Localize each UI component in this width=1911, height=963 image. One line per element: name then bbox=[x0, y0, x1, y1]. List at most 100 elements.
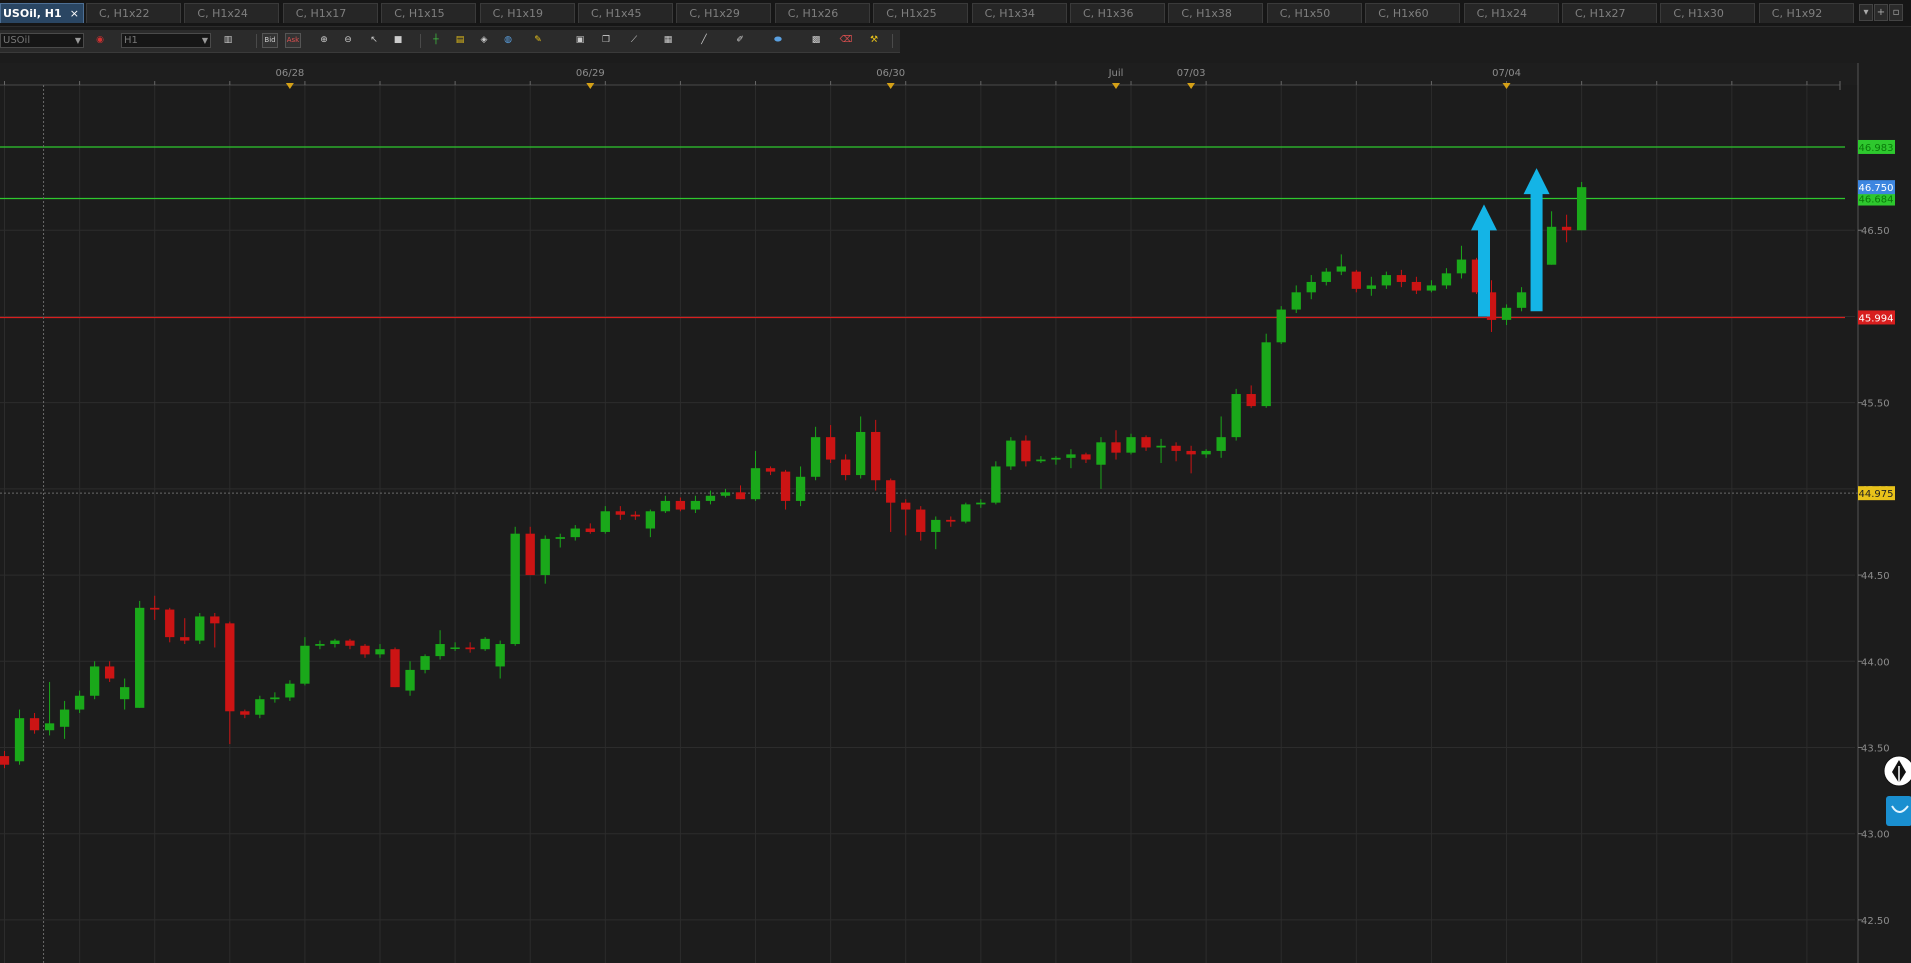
y-tick-label: 44.50 bbox=[1861, 571, 1890, 582]
candle-body bbox=[1246, 394, 1256, 407]
candle-body bbox=[450, 647, 460, 649]
candle-body bbox=[525, 533, 535, 576]
candle-body bbox=[1081, 454, 1091, 460]
candle-body bbox=[360, 645, 370, 655]
candle-body bbox=[720, 492, 731, 496]
candle-body bbox=[931, 519, 941, 532]
candle-body bbox=[1111, 442, 1121, 453]
crosshair-price-label: 44.975 bbox=[1859, 489, 1894, 500]
candle-body bbox=[946, 519, 956, 522]
candle-body bbox=[1036, 459, 1046, 462]
candle-body bbox=[1396, 275, 1407, 282]
candle-body bbox=[886, 480, 896, 503]
candle-body bbox=[135, 607, 145, 708]
candle-body bbox=[1426, 285, 1437, 291]
candle-body bbox=[495, 644, 505, 667]
candle-body bbox=[104, 666, 115, 679]
price-chart[interactable]: 06/2806/2906/30Juil07/0307/04 46.5046.00… bbox=[0, 0, 1911, 963]
pen-nib-icon[interactable] bbox=[1883, 755, 1911, 787]
candle-body bbox=[315, 644, 325, 646]
candle-body bbox=[285, 683, 295, 698]
candle-body bbox=[14, 718, 25, 762]
y-axis: 46.5046.0045.5045.0044.5044.0043.5043.00… bbox=[1857, 63, 1895, 963]
candle-body bbox=[375, 649, 385, 655]
candle-body bbox=[240, 711, 250, 715]
candle-body bbox=[1576, 187, 1587, 231]
candle-body bbox=[89, 666, 100, 696]
candle-body bbox=[810, 437, 821, 477]
y-tick-label: 46.50 bbox=[1861, 226, 1890, 237]
candle-body bbox=[660, 500, 671, 512]
candle-body bbox=[871, 431, 881, 481]
y-tick-label: 44.00 bbox=[1861, 657, 1890, 668]
candle-body bbox=[1336, 266, 1346, 272]
candle-body bbox=[1456, 259, 1467, 274]
candle-body bbox=[405, 669, 415, 691]
candle-body bbox=[1186, 450, 1196, 455]
candle-body bbox=[1276, 309, 1286, 343]
candle-body bbox=[1516, 292, 1527, 308]
candle-body bbox=[765, 468, 776, 472]
candle-body bbox=[165, 609, 175, 638]
candle-body bbox=[74, 695, 85, 710]
candle-body bbox=[1126, 437, 1136, 453]
current-price-label: 46.750 bbox=[1859, 183, 1894, 194]
candle-body bbox=[1501, 307, 1512, 320]
level-price-label-resistance-1: 46.684 bbox=[1859, 195, 1894, 206]
candle-body bbox=[840, 459, 851, 476]
candle-body bbox=[901, 502, 911, 510]
candle-body bbox=[675, 500, 686, 510]
smile-icon[interactable] bbox=[1886, 796, 1911, 826]
candle-body bbox=[540, 538, 550, 576]
candle-body bbox=[735, 492, 746, 500]
candle-body bbox=[180, 637, 190, 641]
candle-body bbox=[555, 537, 565, 539]
candle-body bbox=[1441, 273, 1452, 286]
candle-body bbox=[1156, 445, 1166, 448]
candle-body bbox=[465, 647, 475, 650]
candle-body bbox=[1351, 271, 1361, 289]
candle-body bbox=[29, 718, 40, 731]
candle-body bbox=[1291, 292, 1301, 310]
candle-body bbox=[435, 644, 445, 657]
x-tick-label: 06/29 bbox=[576, 68, 605, 79]
candle-body bbox=[345, 640, 355, 646]
candle-body bbox=[1201, 450, 1211, 455]
candle-body bbox=[1411, 281, 1422, 291]
candle-body bbox=[750, 468, 761, 500]
candle-body bbox=[150, 607, 160, 610]
candle-body bbox=[856, 431, 866, 476]
candle-body bbox=[991, 466, 1001, 503]
candle-body bbox=[420, 656, 430, 670]
candle-body bbox=[1051, 457, 1061, 460]
candle-body bbox=[0, 756, 10, 765]
candle-body bbox=[1381, 275, 1392, 286]
x-tick-label: 07/04 bbox=[1492, 68, 1521, 79]
candle-body bbox=[225, 623, 235, 712]
candle-body bbox=[210, 616, 220, 624]
candle-body bbox=[1096, 442, 1106, 465]
candle-body bbox=[1216, 437, 1226, 451]
candle-body bbox=[1306, 281, 1316, 293]
y-tick-label: 42.50 bbox=[1861, 916, 1890, 927]
candle-body bbox=[630, 514, 641, 517]
candle-body bbox=[585, 528, 595, 532]
candle-body bbox=[961, 504, 971, 522]
x-tick-label: 06/30 bbox=[876, 68, 905, 79]
y-tick-label: 45.50 bbox=[1861, 399, 1890, 410]
x-tick-label: 06/28 bbox=[275, 68, 304, 79]
candle-body bbox=[300, 645, 310, 684]
x-tick-label: 07/03 bbox=[1177, 68, 1206, 79]
candle-body bbox=[1171, 445, 1181, 451]
candle-body bbox=[705, 495, 716, 501]
candle-body bbox=[1321, 271, 1331, 282]
candle-body bbox=[615, 511, 625, 515]
candle-body bbox=[330, 640, 340, 645]
candle-body bbox=[1066, 454, 1076, 458]
candle-body bbox=[645, 511, 656, 529]
candle-body bbox=[1261, 342, 1271, 407]
x-tick-label: Juil bbox=[1108, 68, 1124, 79]
y-tick-label: 43.50 bbox=[1861, 743, 1890, 754]
candle-body bbox=[390, 649, 400, 688]
candle-body bbox=[255, 699, 265, 715]
